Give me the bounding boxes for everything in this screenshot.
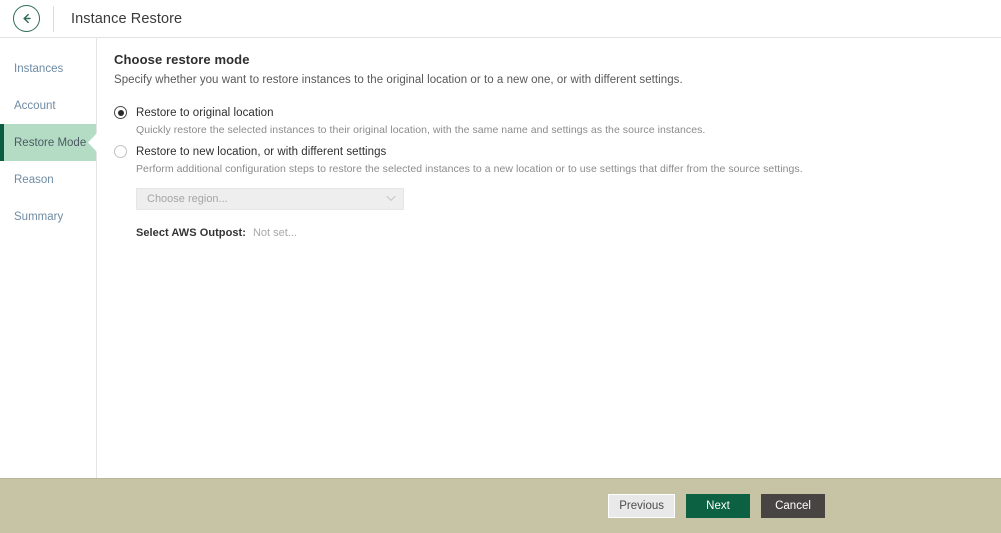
aws-outpost-row: Select AWS Outpost: Not set... (136, 227, 1001, 239)
wizard-sidebar: Instances Account Restore Mode Reason Su… (0, 38, 97, 478)
back-arrow-icon[interactable] (13, 5, 40, 32)
wizard-body: Instances Account Restore Mode Reason Su… (0, 38, 1001, 478)
region-select-value: Choose region... (147, 193, 228, 205)
instance-restore-wizard: Instance Restore Instances Account Resto… (0, 0, 1001, 533)
option-description: Perform additional configuration steps t… (136, 163, 803, 175)
aws-outpost-label: Select AWS Outpost: (136, 227, 246, 239)
sidebar-item-label: Reason (14, 173, 54, 186)
chevron-down-icon (386, 193, 396, 205)
next-button[interactable]: Next (686, 494, 750, 518)
sidebar-item-reason[interactable]: Reason (0, 161, 96, 198)
page-title: Instance Restore (71, 10, 183, 27)
radio-new-location[interactable]: Restore to new location, or with differe… (114, 145, 1001, 158)
region-select[interactable]: Choose region... (136, 188, 404, 210)
sidebar-item-account[interactable]: Account (0, 87, 96, 124)
title-bar: Instance Restore (0, 0, 1001, 38)
restore-mode-option-original: Restore to original location Quickly res… (114, 106, 1001, 136)
radio-unselected-icon (114, 145, 127, 158)
sidebar-item-restore-mode[interactable]: Restore Mode (0, 124, 97, 161)
option-description: Quickly restore the selected instances t… (136, 124, 706, 136)
content-subheading: Specify whether you want to restore inst… (114, 74, 683, 86)
cancel-button[interactable]: Cancel (761, 494, 825, 518)
restore-mode-option-new: Restore to new location, or with differe… (114, 145, 1001, 175)
wizard-footer: Previous Next Cancel (0, 478, 1001, 533)
sidebar-item-label: Summary (14, 210, 64, 223)
wizard-content: Choose restore mode Specify whether you … (97, 38, 1001, 478)
radio-original-location[interactable]: Restore to original location (114, 106, 1001, 119)
active-item-notch (88, 133, 97, 152)
sidebar-item-label: Instances (14, 62, 64, 75)
aws-outpost-value[interactable]: Not set... (253, 227, 297, 239)
sidebar-item-label: Restore Mode (14, 136, 87, 149)
option-label: Restore to new location, or with differe… (136, 145, 387, 158)
option-label: Restore to original location (136, 106, 274, 119)
radio-selected-icon (114, 106, 127, 119)
previous-button[interactable]: Previous (608, 494, 675, 518)
sidebar-item-instances[interactable]: Instances (0, 50, 96, 87)
title-divider (53, 5, 54, 32)
content-heading: Choose restore mode (114, 52, 250, 67)
region-select-row: Choose region... (136, 188, 1001, 210)
sidebar-item-summary[interactable]: Summary (0, 198, 96, 235)
sidebar-item-label: Account (14, 99, 56, 112)
